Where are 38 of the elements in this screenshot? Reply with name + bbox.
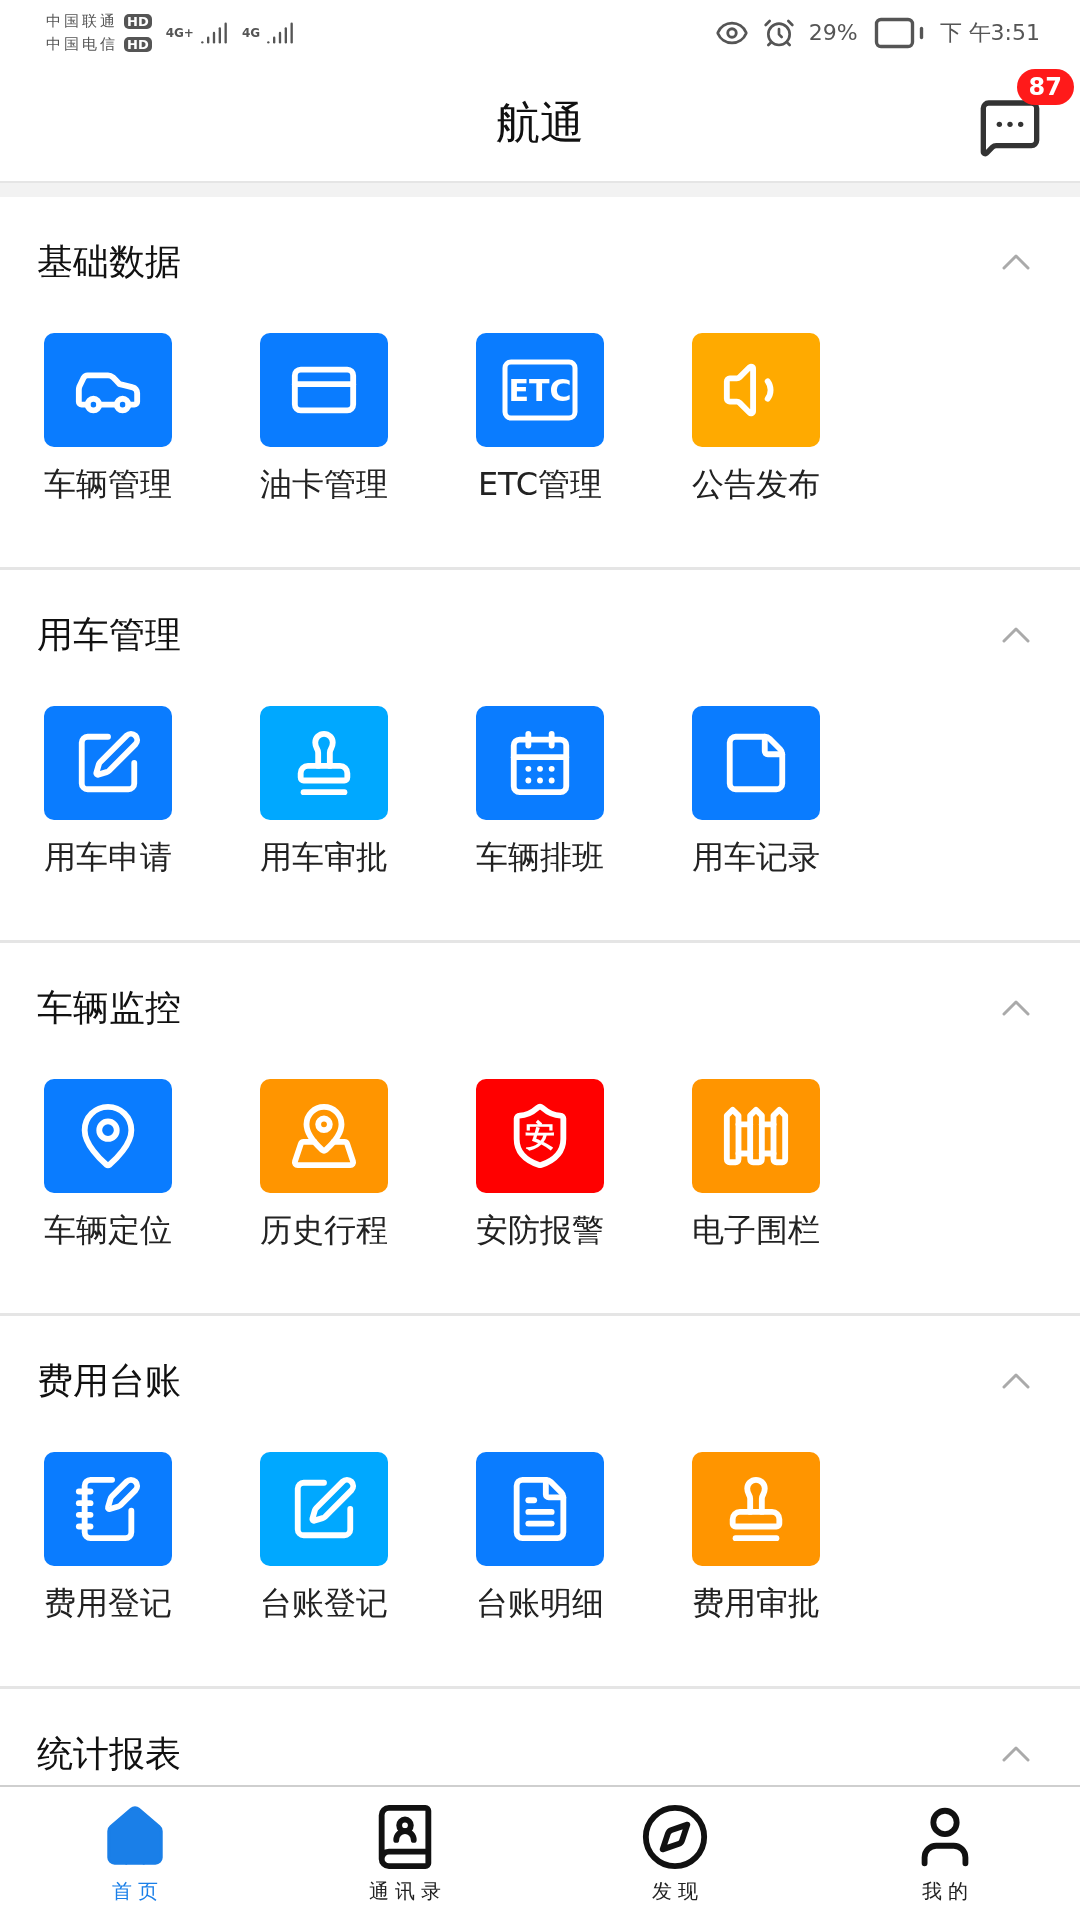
shield-icon: 安: [476, 1079, 604, 1193]
clock: 下 午3:51: [939, 18, 1040, 47]
menu-item[interactable]: ETC ETC管理: [452, 333, 628, 507]
menu-item[interactable]: 公告发布: [668, 333, 844, 507]
network-type: 4G+: [165, 25, 194, 40]
nav-tab[interactable]: 发 现: [540, 1787, 810, 1920]
menu-item[interactable]: 费用审批: [668, 1452, 844, 1626]
menu-item[interactable]: 费用登记: [20, 1452, 196, 1626]
section-title: 统计报表: [37, 1731, 181, 1776]
hd-badge: HD: [124, 36, 152, 52]
section-title: 费用台账: [37, 1358, 181, 1403]
menu-item[interactable]: 台账明细: [452, 1452, 628, 1626]
menu-item[interactable]: 车辆管理: [20, 333, 196, 507]
rectangle-icon: ETC: [476, 333, 604, 447]
menu-item[interactable]: 用车申请: [20, 706, 196, 880]
section-title: 基础数据: [37, 239, 181, 284]
battery-percent: 29%: [808, 20, 858, 45]
menu-item[interactable]: 台账登记: [236, 1452, 412, 1626]
menu-item[interactable]: 安 安防报警: [452, 1079, 628, 1253]
menu-item[interactable]: 油卡管理: [236, 333, 412, 507]
app-title: 航通: [496, 95, 584, 150]
network-type: 4G: [241, 25, 261, 40]
section-title: 车辆监控: [37, 985, 181, 1030]
unread-badge: 87: [1016, 69, 1074, 105]
menu-item[interactable]: 用车记录: [668, 706, 844, 880]
menu-item[interactable]: 车辆排班: [452, 706, 628, 880]
carrier-name: 中国联通: [46, 11, 118, 31]
nav-tab[interactable]: 我 的: [810, 1787, 1080, 1920]
menu-item[interactable]: 车辆定位: [20, 1079, 196, 1253]
carrier-name: 中国电信: [46, 34, 118, 54]
section-title: 用车管理: [37, 612, 181, 657]
menu-item[interactable]: 电子围栏: [668, 1079, 844, 1253]
hd-badge: HD: [124, 13, 152, 29]
nav-tab[interactable]: 首 页: [0, 1787, 270, 1920]
nav-tab[interactable]: 通 讯 录: [270, 1787, 540, 1920]
compass-icon: [640, 1802, 710, 1872]
menu-item[interactable]: 用车审批: [236, 706, 412, 880]
menu-item[interactable]: 历史行程: [236, 1079, 412, 1253]
